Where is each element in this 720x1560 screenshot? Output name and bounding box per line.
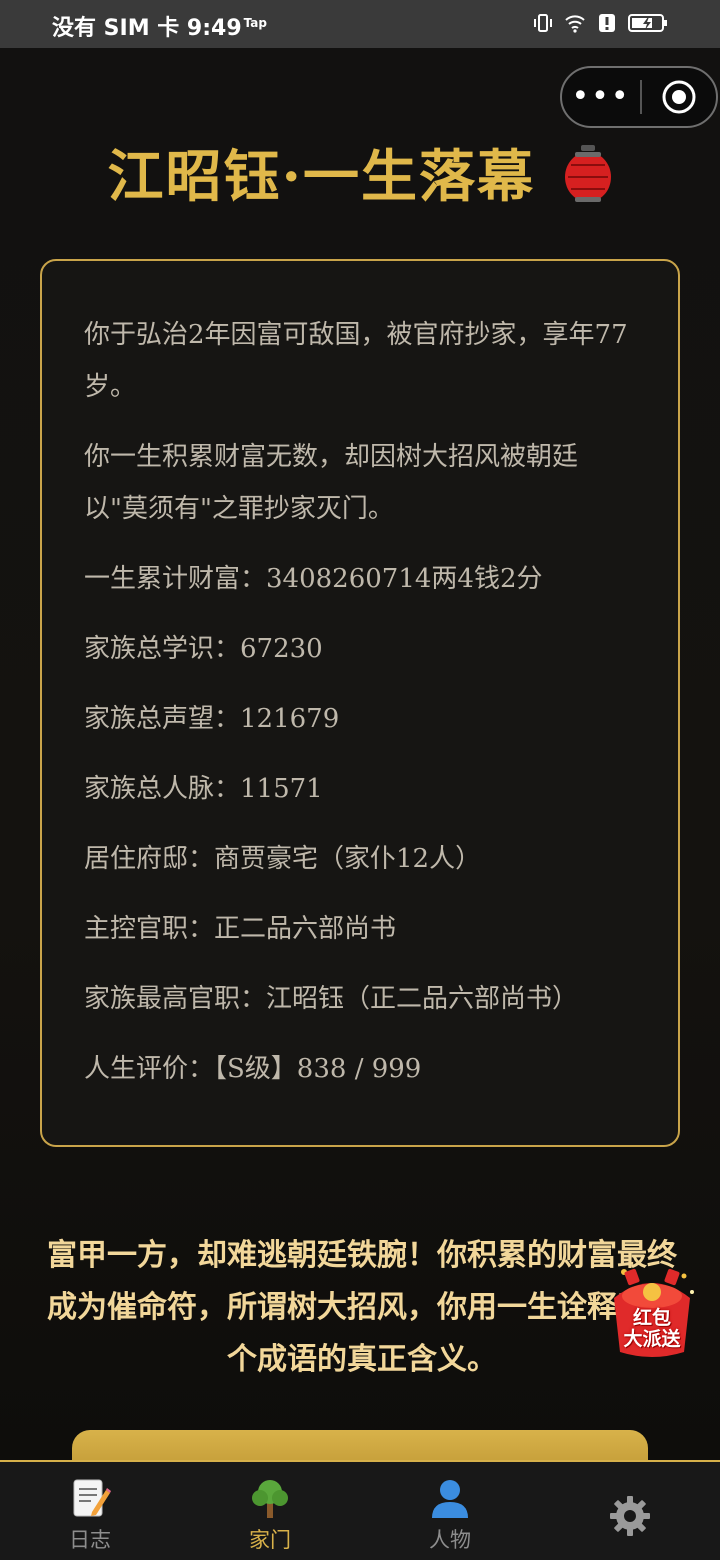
person-icon (432, 1480, 468, 1518)
status-bar: 没有 SIM 卡 9:49 Tap (0, 0, 720, 48)
tab-log-label: 日志 (69, 1528, 111, 1552)
tab-family-label: 家门 (249, 1528, 291, 1552)
stat-highest-office: 家族最高官职：江昭钰（正二品六部尚书） (84, 984, 579, 1014)
page-title: 江昭钰·一生落幕 (0, 132, 720, 213)
vibrate-icon (534, 14, 552, 32)
stat-residence: 居住府邸：商贾豪宅（家仆12人） (84, 844, 482, 874)
summary-paragraph: 你于弘治2年因富可敌国，被官府抄家，享年77岁。 (84, 320, 628, 402)
tab-log[interactable]: 日志 (0, 1462, 180, 1560)
status-icons (532, 12, 668, 34)
stat-family-reputation: 家族总声望：121679 (84, 704, 340, 734)
bottom-tab-bar: 日志 家门 人物 (0, 1460, 720, 1560)
tab-settings[interactable] (540, 1462, 720, 1560)
stat-total-wealth: 一生累计财富：3408260714两4钱2分 (84, 564, 543, 594)
red-packet-label-line2: 大派送 (623, 1328, 681, 1350)
verdict-text: 富甲一方，却难逃朝廷铁腕！你积累的财富最终成为催命符，所谓树大招风，你用一生诠释… (47, 1238, 677, 1377)
gear-icon (610, 1496, 650, 1536)
summary-paragraph: 你一生积累财富无数，却因树大招风被朝廷以"莫须有"之罪抄家灭门。 (84, 442, 579, 524)
miniprogram-capsule: ••• (560, 66, 718, 128)
more-icon[interactable]: ••• (562, 82, 640, 112)
stat-family-connections: 家族总人脉：11571 (84, 774, 323, 804)
stat-main-office: 主控官职：正二品六部尚书 (84, 914, 397, 944)
alert-icon (599, 14, 615, 32)
red-packet-label-line1: 红包 (632, 1307, 671, 1329)
summary-card: 你于弘治2年因富可敌国，被官府抄家，享年77岁。 你一生积累财富无数，却因树大招… (40, 259, 680, 1147)
tree-icon (252, 1480, 288, 1518)
stat-life-rating: 人生评价：【S级】838 / 999 (84, 1054, 422, 1084)
stat-family-knowledge: 家族总学识：67230 (84, 634, 323, 664)
battery-charging-icon (628, 14, 667, 32)
carrier-time-text: 没有 SIM 卡 9:49 (52, 16, 242, 41)
red-packet-label: 红包 大派送 (612, 1308, 692, 1350)
lantern-icon (564, 145, 611, 203)
red-packet-button[interactable]: 红包 大派送 (604, 1262, 700, 1362)
page-title-text: 江昭钰·一生落幕 (107, 144, 535, 210)
wifi-icon (565, 15, 585, 33)
notepad-icon (73, 1479, 111, 1517)
target-icon (662, 80, 696, 114)
tab-characters[interactable]: 人物 (360, 1462, 540, 1560)
tab-family[interactable]: 家门 (180, 1462, 360, 1560)
tab-characters-label: 人物 (429, 1528, 471, 1552)
target-button[interactable] (642, 79, 716, 115)
status-time: 没有 SIM 卡 9:49 Tap (52, 10, 267, 42)
tap-badge: Tap (243, 15, 267, 30)
